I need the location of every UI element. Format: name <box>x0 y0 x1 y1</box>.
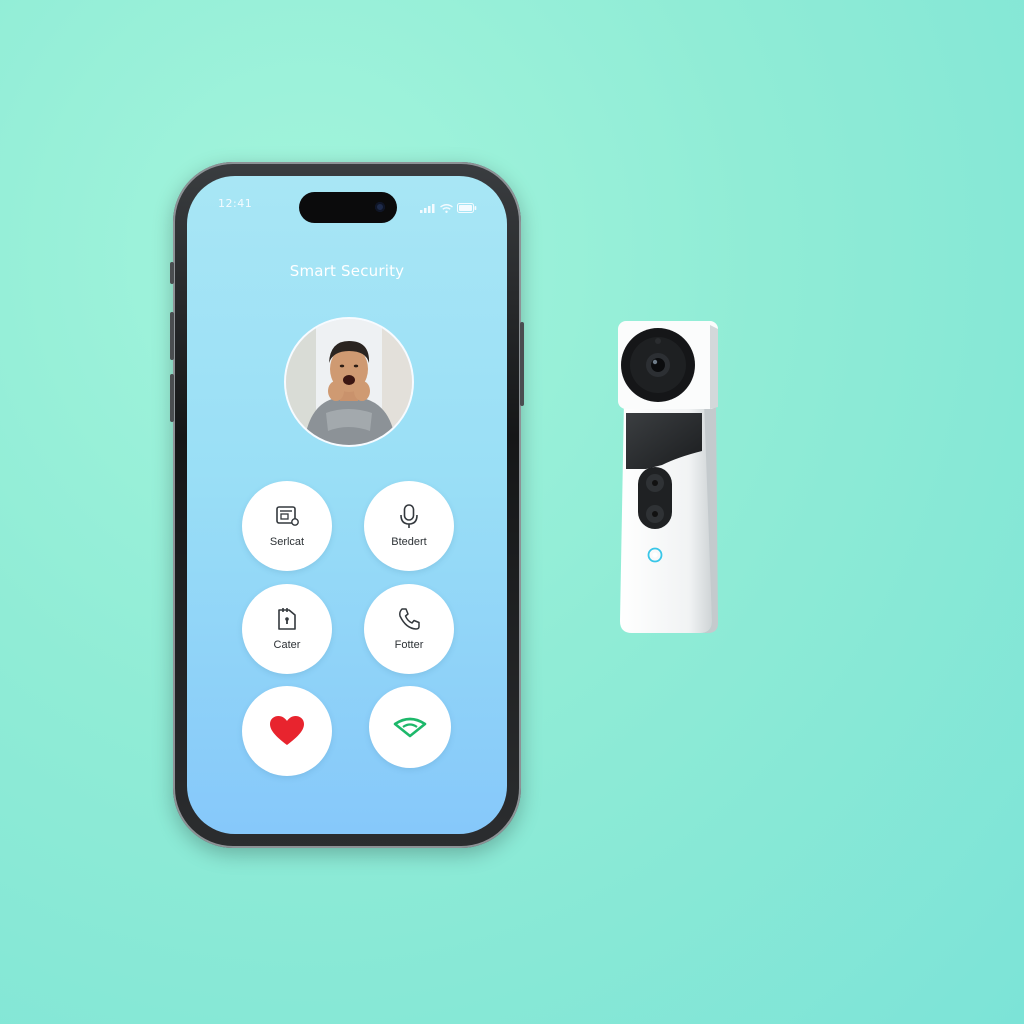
person-image <box>286 319 412 445</box>
lock-icon <box>278 608 296 630</box>
volume-up-button <box>170 312 174 360</box>
battery-icon <box>457 198 477 217</box>
lock-button-label: Cater <box>273 639 301 651</box>
call-button[interactable]: Fotter <box>364 584 454 674</box>
lock-button[interactable]: Cater <box>242 584 332 674</box>
wifi-button[interactable] <box>369 686 451 768</box>
volume-down-button <box>170 374 174 422</box>
heart-icon <box>270 716 304 745</box>
wifi-icon <box>393 717 427 738</box>
app-title: Smart Security <box>289 262 405 280</box>
call-button-label: Fotter <box>394 639 424 651</box>
smartphone: 12:41 Smart Security Serlcat Btedert Cat… <box>170 162 524 848</box>
status-icons <box>420 198 477 217</box>
video-doorbell <box>618 321 720 633</box>
microphone-button[interactable]: Btedert <box>364 481 454 571</box>
screen-icon <box>276 506 299 526</box>
signal-icon <box>420 198 436 217</box>
phone-icon <box>399 608 420 630</box>
visitor-avatar[interactable] <box>284 317 414 447</box>
status-time: 12:41 <box>218 197 253 210</box>
screen-button[interactable]: Serlcat <box>242 481 332 571</box>
dynamic-island <box>299 192 397 223</box>
favorite-button[interactable] <box>242 686 332 776</box>
microphone-icon <box>400 504 418 528</box>
wifi-status-icon <box>440 198 453 217</box>
microphone-button-label: Btedert <box>391 536 427 548</box>
mute-switch <box>170 262 174 284</box>
power-button <box>520 322 524 406</box>
front-camera-icon <box>375 202 385 212</box>
phone-screen: 12:41 Smart Security Serlcat Btedert Cat… <box>187 176 507 834</box>
screen-button-label: Serlcat <box>269 536 305 548</box>
